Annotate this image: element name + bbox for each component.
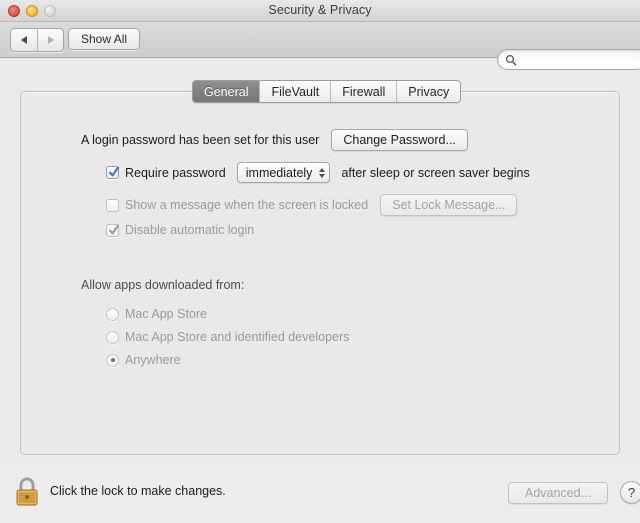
show-all-label: Show All	[81, 32, 128, 46]
tab-filevault-label: FileVault	[271, 84, 320, 99]
toolbar: Show All	[0, 22, 640, 70]
show-message-checkbox[interactable]	[106, 198, 119, 212]
advanced-label: Advanced...	[524, 486, 591, 500]
tab-general-label: General	[204, 84, 249, 99]
tab-bar: General FileVault Firewall Privacy	[192, 80, 462, 103]
lock-closed-icon[interactable]	[12, 475, 42, 509]
radio-selected-dot-icon	[110, 358, 115, 362]
general-pane: A login password has been set for this u…	[20, 91, 620, 455]
allow-apps-section-label: Allow apps downloaded from:	[81, 278, 244, 292]
tab-filevault[interactable]: FileVault	[259, 81, 331, 102]
radio-mac-app-store[interactable]	[106, 307, 119, 321]
require-password-row: Require password immediately after sleep…	[106, 162, 530, 183]
stepper-arrows-icon	[319, 167, 326, 178]
require-password-checkbox[interactable]	[106, 166, 120, 179]
radio-mac-app-store-label: Mac App Store	[125, 307, 207, 321]
require-password-label: Require password	[125, 165, 226, 180]
checkmark-icon	[108, 224, 120, 234]
security-privacy-window: Security & Privacy Show All General File…	[0, 0, 640, 523]
disable-auto-login-label: Disable automatic login	[125, 223, 255, 237]
change-password-button[interactable]: Change Password...	[331, 129, 468, 151]
search-icon	[505, 54, 517, 66]
lock-instruction-text: Click the lock to make changes.	[50, 484, 226, 498]
allow-apps-option-anywhere[interactable]: Anywhere	[106, 353, 181, 367]
require-password-interval-popup[interactable]: immediately	[236, 162, 331, 183]
radio-identified-developers-label: Mac App Store and identified developers	[125, 330, 350, 344]
radio-anywhere-label: Anywhere	[125, 353, 181, 367]
back-button[interactable]	[11, 29, 37, 51]
tab-privacy[interactable]: Privacy	[396, 81, 461, 102]
title-bar: Security & Privacy	[0, 0, 640, 22]
tab-privacy-label: Privacy	[408, 84, 450, 99]
set-lock-message-label: Set Lock Message...	[392, 198, 506, 212]
help-label: ?	[627, 485, 636, 500]
window-title: Security & Privacy	[268, 3, 372, 17]
login-password-status-text: A login password has been set for this u…	[81, 133, 320, 147]
forward-button[interactable]	[37, 29, 63, 51]
help-button[interactable]: ?	[620, 481, 640, 504]
arrow-right-icon	[47, 36, 54, 44]
login-password-row: A login password has been set for this u…	[81, 129, 468, 151]
tab-general[interactable]: General	[193, 81, 260, 102]
show-all-button[interactable]: Show All	[68, 28, 141, 50]
chevron-up-icon	[319, 167, 326, 172]
allow-apps-heading: Allow apps downloaded from:	[81, 278, 245, 292]
change-password-label: Change Password...	[343, 133, 456, 147]
checkmark-icon	[108, 166, 120, 177]
advanced-button[interactable]: Advanced...	[508, 482, 608, 504]
tab-firewall[interactable]: Firewall	[330, 81, 397, 102]
require-password-interval-value: immediately	[245, 165, 313, 180]
navigation-segmented-control	[10, 28, 64, 52]
disable-auto-login-checkbox[interactable]	[106, 223, 120, 237]
set-lock-message-button[interactable]: Set Lock Message...	[380, 194, 518, 216]
require-password-suffix-label: after sleep or screen saver begins	[341, 165, 530, 180]
show-message-row: Show a message when the screen is locked…	[106, 194, 518, 216]
search-field[interactable]	[497, 49, 640, 70]
radio-identified-developers[interactable]	[106, 330, 119, 344]
disable-auto-login-row: Disable automatic login	[106, 223, 254, 237]
tab-firewall-label: Firewall	[342, 84, 386, 99]
arrow-left-icon	[21, 36, 27, 44]
search-input[interactable]	[520, 53, 630, 66]
allow-apps-option-mac-app-store[interactable]: Mac App Store	[106, 307, 207, 321]
allow-apps-option-identified-developers[interactable]: Mac App Store and identified developers	[106, 330, 349, 344]
radio-anywhere[interactable]	[106, 353, 119, 367]
chevron-down-icon	[319, 173, 326, 178]
show-message-label: Show a message when the screen is locked	[125, 198, 369, 212]
